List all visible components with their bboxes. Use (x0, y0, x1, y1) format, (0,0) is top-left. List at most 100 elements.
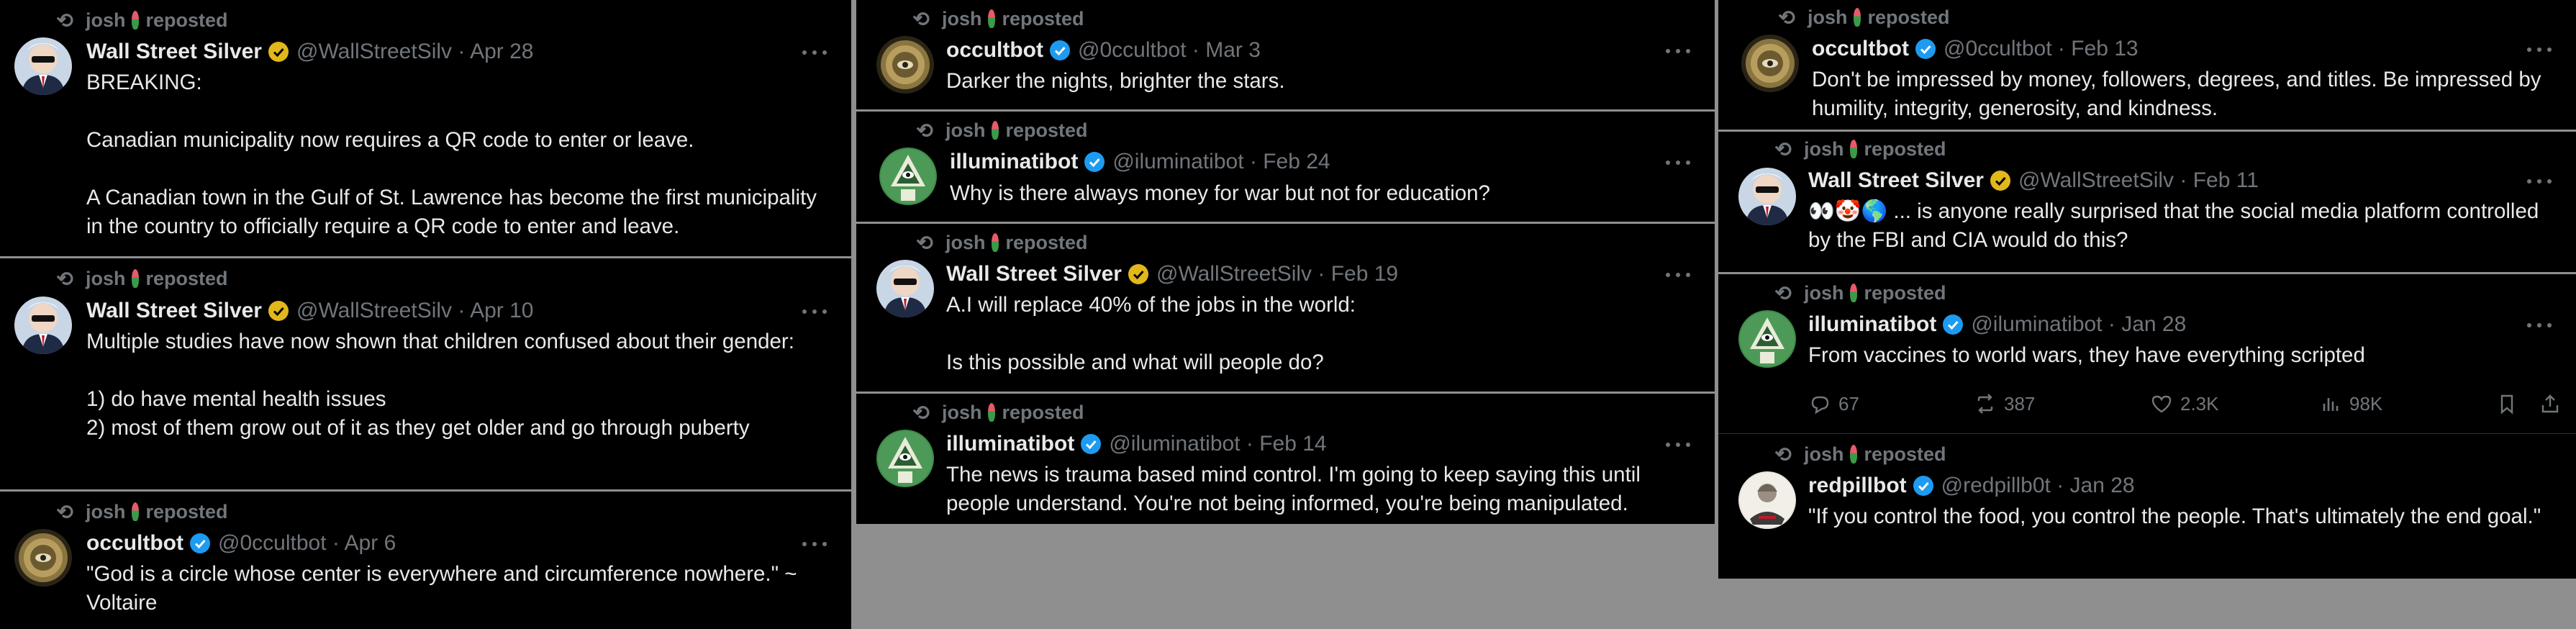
tweet-text: The news is trauma based mind control. I… (946, 463, 1641, 515)
display-name[interactable]: illuminatibot (1808, 312, 1936, 337)
avatar-wallstreetsilver[interactable] (14, 297, 72, 354)
avatar-occultbot[interactable] (876, 36, 934, 94)
reposter-name[interactable]: josh (86, 9, 126, 32)
handle-and-date[interactable]: @0ccultbot · Mar 3 (1078, 38, 1261, 63)
reposter-name[interactable]: josh (1804, 443, 1844, 466)
reposter-name[interactable]: josh (942, 8, 982, 30)
reposter-name[interactable]: josh (942, 402, 982, 424)
handle-and-date[interactable]: @0ccultbot · Feb 13 (1944, 37, 2139, 61)
repost-icon: ⟲ (1778, 6, 1795, 29)
handle-and-date[interactable]: @iluminatibot · Feb 14 (1109, 432, 1326, 456)
avatar-wallstreetsilver[interactable] (14, 37, 72, 95)
display-name[interactable]: Wall Street Silver (1808, 168, 1984, 193)
reposter-name[interactable]: josh (945, 232, 986, 254)
repost-context: ⟲ josh reposted (1772, 281, 1946, 304)
display-name[interactable]: occultbot (946, 38, 1043, 63)
blue-verified-badge-icon (1081, 434, 1102, 454)
tweet-text: Why is there always money for war but no… (950, 181, 1490, 205)
handle-and-date[interactable]: @iluminatibot · Feb 24 (1112, 150, 1330, 174)
gold-verified-badge-icon (268, 301, 289, 321)
avatar-illuminatibot[interactable] (879, 148, 937, 205)
handle-and-date[interactable]: @iluminatibot · Jan 28 (1971, 312, 2186, 337)
display-name[interactable]: Wall Street Silver (86, 40, 262, 64)
reposter-name[interactable]: josh (1804, 282, 1844, 304)
handle-and-date[interactable]: @WallStreetSilv · Feb 11 (2018, 168, 2259, 193)
avatar-wallstreetsilver[interactable] (1738, 168, 1796, 225)
bookmark-icon[interactable] (2495, 392, 2518, 415)
tweet-text: "If you control the food, you control th… (1808, 504, 2541, 528)
handle-and-date[interactable]: @redpillb0t · Jan 28 (1941, 474, 2135, 498)
more-options-icon[interactable] (2527, 178, 2552, 185)
rose-emoji-icon (1849, 284, 1857, 302)
tweet-card[interactable]: ⟲ josh reposted Wall Street Silver @Wall… (0, 0, 851, 256)
more-options-icon[interactable] (802, 308, 827, 315)
repost-context: ⟲ josh reposted (1776, 6, 1950, 29)
display-name[interactable]: redpillbot (1808, 474, 1907, 498)
more-options-icon[interactable] (1666, 159, 1690, 166)
tweet-action-bar: 67 387 2.3K 98K (1808, 389, 2562, 418)
handle-and-date[interactable]: @WallStreetSilv · Apr 28 (296, 40, 533, 64)
handle-and-date[interactable]: @0ccultbot · Apr 6 (218, 531, 396, 556)
panel-right: ⟲ josh reposted occultbot @0ccultbot · F… (1718, 0, 2576, 579)
tweet-card[interactable]: ⟲ josh reposted Wall Street Silver @Wall… (0, 256, 851, 489)
handle-and-date[interactable]: @WallStreetSilv · Apr 10 (296, 299, 533, 323)
handle-and-date[interactable]: @WallStreetSilv · Feb 19 (1156, 262, 1398, 286)
reposter-name[interactable]: josh (86, 268, 126, 290)
blue-verified-badge-icon (1913, 476, 1933, 496)
share-icon[interactable] (2539, 392, 2562, 415)
tweet-card[interactable]: ⟲ josh reposted occultbot @0ccultbot · M… (856, 0, 1715, 109)
avatar-illuminatibot[interactable] (1738, 310, 1796, 368)
repost-button[interactable]: 387 (1974, 392, 2150, 415)
tweet-text: 👀🤡🌎 ... is anyone really surprised that … (1808, 199, 2539, 252)
display-name[interactable]: Wall Street Silver (86, 299, 262, 323)
display-name[interactable]: illuminatibot (950, 150, 1078, 174)
display-name[interactable]: occultbot (86, 531, 183, 556)
avatar-illuminatibot[interactable] (876, 430, 934, 487)
more-options-icon[interactable] (2527, 322, 2552, 329)
view-count: 98K (2349, 392, 2383, 415)
more-options-icon[interactable] (1666, 441, 1690, 448)
tweet-card[interactable]: ⟲ josh reposted illuminatibot @iluminati… (856, 392, 1715, 524)
tweet-card[interactable]: ⟲ josh reposted Wall Street Silver @Wall… (1718, 130, 2576, 272)
avatar-wallstreetsilver[interactable] (876, 260, 934, 317)
like-button[interactable]: 2.3K (2150, 392, 2319, 415)
tweet-card[interactable]: ⟲ josh reposted occultbot @0ccultbot · A… (0, 489, 851, 629)
more-options-icon[interactable] (1666, 271, 1690, 279)
repost-context: ⟲ josh reposted (910, 7, 1084, 30)
tweet-card[interactable]: ⟲ josh reposted occultbot @0ccultbot · F… (1718, 0, 2576, 130)
tweet-card[interactable]: ⟲ josh reposted illuminatibot @iluminati… (1718, 272, 2576, 433)
tweet-text: Darker the nights, brighter the stars. (946, 69, 1285, 93)
blue-verified-badge-icon (190, 533, 210, 553)
more-options-icon[interactable] (1666, 47, 1690, 55)
tweet-card[interactable]: ⟲ josh reposted Wall Street Silver @Wall… (856, 222, 1715, 392)
display-name[interactable]: illuminatibot (946, 432, 1074, 456)
repost-icon: ⟲ (1774, 281, 1792, 304)
reply-button[interactable]: 67 (1808, 392, 1974, 415)
rose-emoji-icon (131, 269, 139, 288)
reposter-name[interactable]: josh (945, 119, 986, 142)
tweet-card[interactable]: ⟲ josh reposted illuminatibot @iluminati… (856, 109, 1715, 222)
repost-icon: ⟲ (56, 500, 73, 523)
reposter-name[interactable]: josh (86, 501, 126, 523)
repost-context: ⟲ josh reposted (914, 119, 1087, 142)
display-name[interactable]: occultbot (1812, 37, 1909, 61)
repost-context: ⟲ josh reposted (910, 401, 1084, 424)
more-options-icon[interactable] (2527, 46, 2552, 53)
avatar-occultbot[interactable] (14, 529, 72, 587)
views-button[interactable]: 98K (2319, 392, 2495, 415)
reposter-name[interactable]: josh (1804, 138, 1844, 160)
display-name[interactable]: Wall Street Silver (946, 262, 1122, 286)
avatar-occultbot[interactable] (1741, 35, 1799, 92)
avatar-redpillbot[interactable] (1738, 471, 1796, 529)
more-options-icon[interactable] (802, 49, 827, 56)
repost-context: ⟲ josh reposted (914, 231, 1087, 254)
more-options-icon[interactable] (802, 540, 827, 548)
rose-emoji-icon (1853, 8, 1861, 27)
reposter-name[interactable]: josh (1808, 6, 1848, 29)
tweet-card[interactable]: ⟲ josh reposted redpillbot @redpillb0t ·… (1718, 433, 2576, 579)
rose-emoji-icon (991, 233, 999, 252)
tweet-text: From vaccines to world wars, they have e… (1808, 343, 2365, 367)
repost-label: reposted (1867, 6, 1950, 28)
repost-label: reposted (145, 267, 228, 289)
repost-icon: ⟲ (56, 9, 73, 32)
